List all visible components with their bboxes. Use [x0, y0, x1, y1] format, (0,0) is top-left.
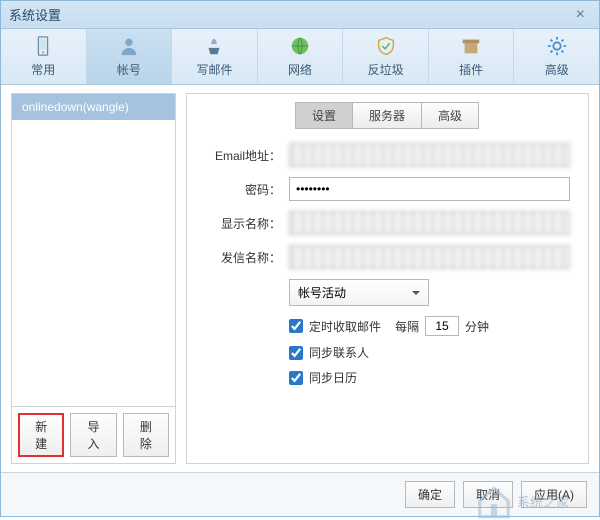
interval-prefix: 每隔 [395, 318, 419, 335]
tab-settings[interactable]: 设置 [295, 102, 353, 129]
toolbar: 常用 帐号 写邮件 网络 反垃圾 插件 高级 [1, 29, 599, 85]
account-item[interactable]: onlinedown(wangle) [12, 94, 175, 120]
ok-button[interactable]: 确定 [405, 481, 455, 508]
email-field[interactable] [289, 143, 570, 167]
titlebar: 系统设置 × [1, 1, 599, 29]
sync-contacts-checkbox[interactable] [289, 346, 303, 360]
email-label: Email地址： [205, 147, 281, 164]
tab-advanced[interactable]: 高级 [421, 102, 479, 129]
sender-name-label: 发信名称： [205, 249, 281, 266]
shield-icon [375, 35, 397, 57]
new-account-button[interactable]: 新建 [18, 413, 64, 457]
toolbar-label: 写邮件 [196, 61, 232, 78]
delete-account-button[interactable]: 删除 [123, 413, 169, 457]
sender-name-field[interactable] [289, 245, 570, 269]
tab-bar: 设置 服务器 高级 [187, 94, 588, 133]
password-label: 密码： [205, 181, 281, 198]
inkwell-icon [203, 35, 225, 57]
toolbar-advanced[interactable]: 高级 [514, 29, 599, 84]
password-field[interactable] [289, 177, 570, 201]
toolbar-label: 高级 [545, 61, 569, 78]
close-icon[interactable]: × [570, 6, 591, 24]
toolbar-label: 插件 [459, 61, 483, 78]
toolbar-antispam[interactable]: 反垃圾 [343, 29, 429, 84]
tab-server[interactable]: 服务器 [352, 102, 422, 129]
settings-panel: 设置 服务器 高级 Email地址： 密码： 显示名称： 发信名称 [186, 93, 589, 464]
toolbar-label: 常用 [31, 61, 55, 78]
interval-suffix: 分钟 [465, 318, 489, 335]
dialog-footer: 确定 取消 应用(A) 系统之家 [1, 472, 599, 516]
account-form: Email地址： 密码： 显示名称： 发信名称： 帐号活动 [187, 133, 588, 404]
window-title: 系统设置 [9, 5, 570, 24]
import-account-button[interactable]: 导入 [70, 413, 116, 457]
sync-calendar-checkbox[interactable] [289, 371, 303, 385]
person-icon [118, 35, 140, 57]
toolbar-network[interactable]: 网络 [258, 29, 344, 84]
display-name-label: 显示名称： [205, 215, 281, 232]
toolbar-account[interactable]: 帐号 [87, 29, 173, 84]
toolbar-compose[interactable]: 写邮件 [172, 29, 258, 84]
account-actions: 新建 导入 删除 [12, 406, 175, 463]
toolbar-general[interactable]: 常用 [1, 29, 87, 84]
account-activity-select[interactable]: 帐号活动 [289, 279, 429, 306]
display-name-field[interactable] [289, 211, 570, 235]
toolbar-label: 帐号 [117, 61, 141, 78]
apply-button[interactable]: 应用(A) [521, 481, 587, 508]
account-list-panel: onlinedown(wangle) 新建 导入 删除 [11, 93, 176, 464]
sync-contacts-label: 同步联系人 [309, 344, 369, 361]
interval-field[interactable] [425, 316, 459, 336]
toolbar-plugin[interactable]: 插件 [429, 29, 515, 84]
settings-window: 系统设置 × 常用 帐号 写邮件 网络 反垃圾 插件 高级 [0, 0, 600, 517]
cancel-button[interactable]: 取消 [463, 481, 513, 508]
fetch-mail-checkbox[interactable] [289, 319, 303, 333]
gear-icon [546, 35, 568, 57]
fetch-mail-label: 定时收取邮件 [309, 318, 381, 335]
sync-calendar-label: 同步日历 [309, 369, 357, 386]
globe-icon [289, 35, 311, 57]
account-list[interactable]: onlinedown(wangle) [12, 94, 175, 406]
toolbar-label: 网络 [288, 61, 312, 78]
content-area: onlinedown(wangle) 新建 导入 删除 设置 服务器 高级 Em… [1, 85, 599, 472]
phone-icon [32, 35, 54, 57]
box-icon [460, 35, 482, 57]
toolbar-label: 反垃圾 [368, 61, 404, 78]
